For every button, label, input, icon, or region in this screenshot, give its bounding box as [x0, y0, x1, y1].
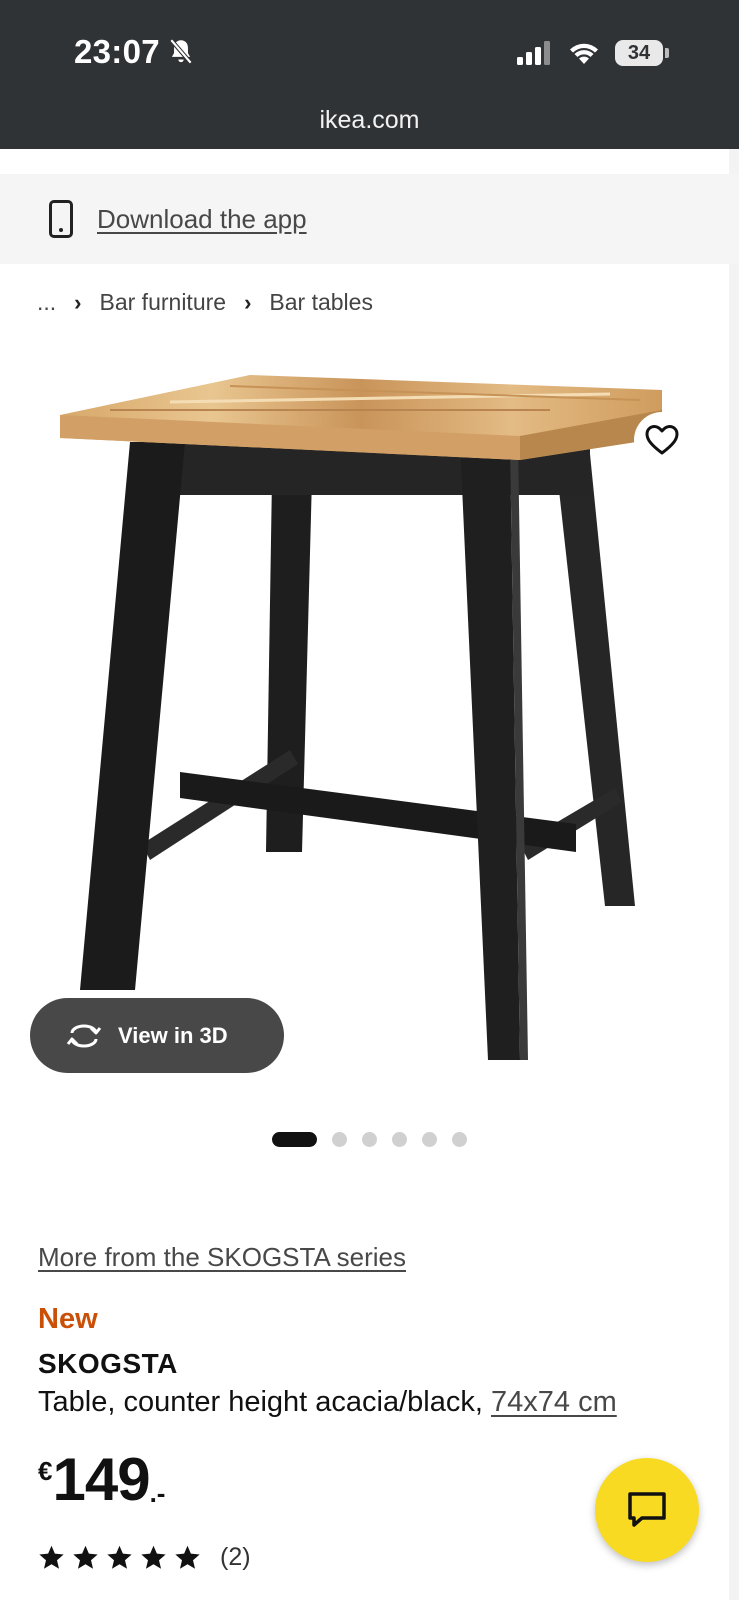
gallery-pagination: [272, 1132, 467, 1147]
rating-count: (2): [220, 1543, 251, 1571]
product-image[interactable]: [50, 370, 690, 1100]
heart-icon: [645, 425, 679, 455]
rotate-3d-icon: [66, 1024, 102, 1047]
gallery-dot-6[interactable]: [452, 1132, 467, 1147]
mobile-phone-icon: [49, 200, 73, 238]
product-rating[interactable]: (2): [38, 1543, 251, 1572]
gallery-dot-4[interactable]: [392, 1132, 407, 1147]
price-suffix: .-: [149, 1478, 166, 1508]
gallery-dot-3[interactable]: [362, 1132, 377, 1147]
new-badge: New: [38, 1303, 98, 1335]
gallery-dot-2[interactable]: [332, 1132, 347, 1147]
star-icon: [175, 1545, 200, 1569]
chat-button[interactable]: [595, 1458, 699, 1562]
chevron-right-icon: ›: [74, 289, 82, 315]
star-icon: [107, 1545, 132, 1569]
status-indicators: 34: [517, 40, 669, 66]
product-description-text: Table, counter height acacia/black,: [38, 1386, 483, 1418]
page-scroll-edge: [729, 149, 739, 1600]
wifi-icon: [570, 43, 598, 64]
battery-indicator: 34: [615, 40, 669, 66]
star-icon: [39, 1545, 64, 1569]
view-in-3d-label: View in 3D: [118, 1022, 228, 1048]
breadcrumb-more[interactable]: ...: [37, 289, 56, 316]
breadcrumb: ... › Bar furniture › Bar tables: [37, 289, 373, 316]
address-bar-url[interactable]: ikea.com: [0, 106, 739, 135]
gallery-dot-1[interactable]: [272, 1132, 317, 1147]
product-name: SKOGSTA: [38, 1348, 178, 1379]
view-in-3d-button[interactable]: View in 3D: [30, 998, 284, 1073]
download-app-link[interactable]: Download the app: [97, 204, 307, 235]
bell-slash-icon: [169, 38, 193, 65]
cellular-signal-icon: [517, 41, 550, 65]
chat-bubble-icon: [628, 1492, 666, 1527]
product-description: Table, counter height acacia/black, 74x7…: [38, 1386, 617, 1419]
star-icon: [141, 1545, 166, 1569]
breadcrumb-bar-tables[interactable]: Bar tables: [269, 289, 373, 316]
breadcrumb-bar-furniture[interactable]: Bar furniture: [100, 289, 227, 316]
price-currency: €: [38, 1456, 53, 1486]
price-integer: 149: [52, 1446, 150, 1513]
series-link[interactable]: More from the SKOGSTA series: [38, 1242, 406, 1273]
download-app-banner: Download the app: [0, 174, 739, 264]
star-icon: [73, 1545, 98, 1569]
product-price: € 149 .-: [38, 1448, 165, 1512]
chevron-right-icon: ›: [244, 289, 252, 315]
gallery-dot-5[interactable]: [422, 1132, 437, 1147]
status-time: 23:07: [74, 33, 194, 71]
browser-chrome: 23:07 34 ikea.com: [0, 0, 739, 149]
add-to-wishlist-button[interactable]: [634, 412, 690, 468]
product-size-link[interactable]: 74x74 cm: [491, 1386, 617, 1418]
status-time-label: 23:07: [74, 33, 160, 70]
